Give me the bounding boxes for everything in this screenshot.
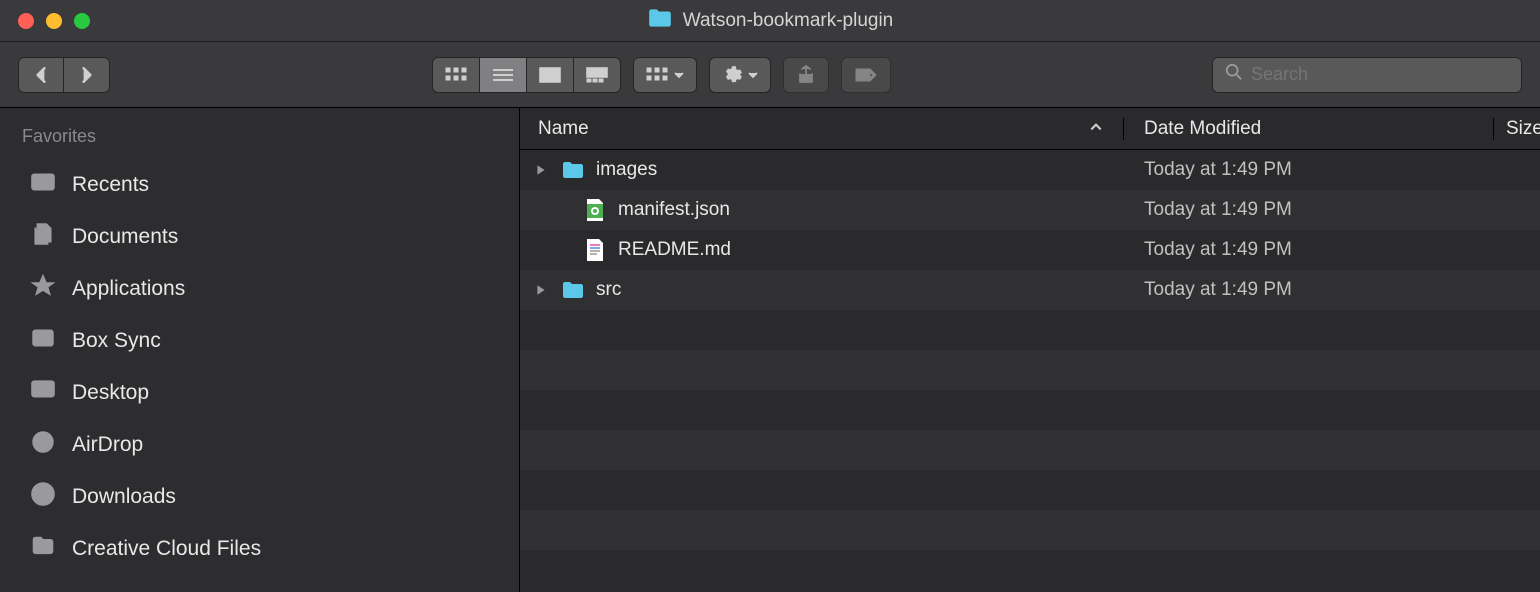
airdrop-icon [30, 429, 56, 461]
search-icon [1225, 63, 1243, 86]
file-row[interactable]: README.md Today at 1:49 PM [520, 230, 1540, 270]
column-header-date[interactable]: Date Modified [1124, 118, 1494, 140]
downloads-icon [30, 481, 56, 513]
sidebar-item-label: Desktop [72, 381, 149, 405]
action-button[interactable] [709, 57, 771, 93]
sidebar-item-desktop[interactable]: Desktop [0, 367, 519, 419]
arrange-button[interactable] [633, 57, 697, 93]
empty-row [520, 430, 1540, 470]
file-name: README.md [618, 239, 731, 261]
column-header-date-label: Date Modified [1144, 118, 1261, 139]
json-file-icon [582, 198, 608, 222]
search-container [1212, 57, 1522, 93]
main-area: Favorites Recents Documents Applications… [0, 108, 1540, 592]
file-row[interactable]: manifest.json Today at 1:49 PM [520, 190, 1540, 230]
empty-row [520, 390, 1540, 430]
file-name: src [596, 279, 621, 301]
back-button[interactable] [18, 57, 64, 93]
empty-row [520, 310, 1540, 350]
minimize-window-button[interactable] [46, 13, 62, 29]
box-icon: box [30, 325, 56, 357]
share-button[interactable] [783, 57, 829, 93]
file-date: Today at 1:49 PM [1124, 199, 1494, 221]
sidebar-item-label: Box Sync [72, 329, 161, 353]
file-row[interactable]: images Today at 1:49 PM [520, 150, 1540, 190]
sidebar-item-applications[interactable]: Applications [0, 263, 519, 315]
empty-row [520, 350, 1540, 390]
list-view-button[interactable] [480, 57, 527, 93]
column-header-size-label: Size [1506, 118, 1540, 139]
column-header-size[interactable]: Size [1494, 118, 1540, 140]
folder-icon [560, 280, 586, 300]
empty-row [520, 550, 1540, 590]
sidebar-item-box-sync[interactable]: box Box Sync [0, 315, 519, 367]
clock-folder-icon [30, 169, 56, 201]
folder-icon [560, 160, 586, 180]
search-input[interactable] [1251, 64, 1509, 85]
file-row[interactable]: src Today at 1:49 PM [520, 270, 1540, 310]
maximize-window-button[interactable] [74, 13, 90, 29]
toolbar [0, 42, 1540, 108]
column-header-name-label: Name [538, 118, 589, 140]
sidebar-item-airdrop[interactable]: AirDrop [0, 419, 519, 471]
window-controls [18, 13, 90, 29]
sort-ascending-icon [1089, 118, 1103, 140]
sidebar-item-documents[interactable]: Documents [0, 211, 519, 263]
file-list-area: Name Date Modified Size images Today at … [520, 108, 1540, 592]
desktop-icon [30, 377, 56, 409]
close-window-button[interactable] [18, 13, 34, 29]
empty-row [520, 510, 1540, 550]
sidebar-item-label: Creative Cloud Files [72, 537, 261, 561]
sidebar-item-label: Recents [72, 173, 149, 197]
documents-icon [30, 221, 56, 253]
file-name: images [596, 159, 657, 181]
view-mode-group [432, 57, 621, 93]
sidebar-item-label: AirDrop [72, 433, 143, 457]
sidebar-item-downloads[interactable]: Downloads [0, 471, 519, 523]
column-header-row: Name Date Modified Size [520, 108, 1540, 150]
column-view-button[interactable] [527, 57, 574, 93]
column-header-name[interactable]: Name [520, 118, 1124, 140]
window-title: Watson-bookmark-plugin [683, 10, 894, 32]
tags-button[interactable] [841, 57, 891, 93]
sidebar-item-label: Documents [72, 225, 178, 249]
sidebar-item-label: Downloads [72, 485, 176, 509]
markdown-file-icon [582, 238, 608, 262]
svg-text:box: box [36, 334, 51, 344]
icon-view-button[interactable] [432, 57, 480, 93]
sidebar-item-recents[interactable]: Recents [0, 159, 519, 211]
file-rows: images Today at 1:49 PM manifest.json To… [520, 150, 1540, 592]
sidebar: Favorites Recents Documents Applications… [0, 108, 520, 592]
forward-button[interactable] [64, 57, 110, 93]
file-date: Today at 1:49 PM [1124, 159, 1494, 181]
file-date: Today at 1:49 PM [1124, 239, 1494, 261]
sidebar-item-creative-cloud[interactable]: Creative Cloud Files [0, 523, 519, 575]
disclosure-triangle-icon[interactable] [532, 284, 550, 296]
file-date: Today at 1:49 PM [1124, 279, 1494, 301]
gallery-view-button[interactable] [574, 57, 621, 93]
titlebar: Watson-bookmark-plugin [0, 0, 1540, 42]
applications-icon [30, 273, 56, 305]
sidebar-section-header: Favorites [0, 126, 519, 159]
sidebar-item-label: Applications [72, 277, 185, 301]
empty-row [520, 470, 1540, 510]
folder-icon [647, 7, 673, 34]
disclosure-triangle-icon[interactable] [532, 164, 550, 176]
file-name: manifest.json [618, 199, 730, 221]
folder-icon [30, 533, 56, 565]
